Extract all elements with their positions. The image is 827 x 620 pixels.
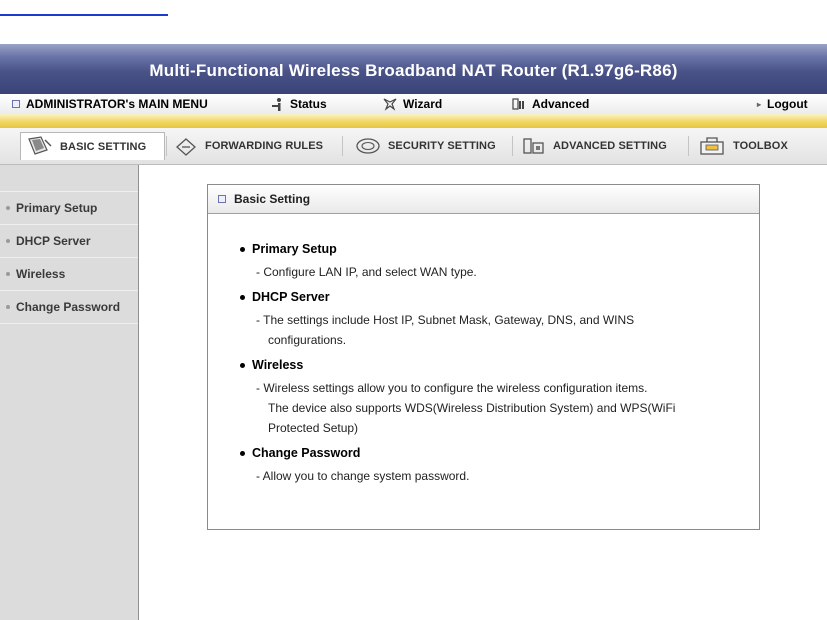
status-menu-item[interactable]: Status	[270, 97, 327, 111]
section-line: The device also supports WDS(Wireless Di…	[268, 401, 676, 415]
status-label: Status	[290, 97, 327, 111]
sidebar-item-label: Change Password	[16, 300, 121, 314]
panel-square-icon	[218, 195, 226, 203]
sidebar-item-label: DHCP Server	[16, 234, 91, 248]
menu-square-icon	[12, 100, 20, 108]
admin-main-menu-label: ADMINISTRATOR's MAIN MENU	[12, 97, 208, 111]
sidebar-item-dhcp-server[interactable]: DHCP Server	[0, 225, 138, 258]
toolbox-icon	[700, 137, 724, 155]
sidebar: Primary Setup DHCP Server Wireless Chang…	[0, 165, 139, 620]
panel-header: Basic Setting	[208, 185, 759, 214]
section-title: Wireless	[252, 358, 304, 372]
advanced-label: Advanced	[532, 97, 590, 111]
tab-label: BASIC SETTING	[60, 140, 147, 153]
advanced-setting-icon	[523, 138, 544, 154]
section-line: - Wireless settings allow you to configu…	[256, 381, 648, 395]
tab-forwarding-rules[interactable]: FORWARDING RULES	[168, 132, 341, 160]
section-dhcp-server: DHCP Server - The settings include Host …	[240, 290, 759, 350]
tab-advanced-setting[interactable]: ADVANCED SETTING	[516, 132, 686, 160]
tab-separator	[512, 136, 513, 156]
bullet-icon	[240, 294, 245, 300]
tab-separator	[166, 136, 167, 156]
basic-setting-icon	[28, 135, 52, 155]
section-line: - Allow you to change system password.	[256, 469, 470, 483]
section-title: DHCP Server	[252, 290, 330, 304]
logout-arrow-icon: ▸	[757, 99, 762, 109]
sidebar-item-primary-setup[interactable]: Primary Setup	[0, 192, 138, 225]
tab-bar: BASIC SETTING FORWARDING RULES SECURITY …	[0, 128, 827, 165]
bullet-dot-icon	[6, 206, 10, 210]
sidebar-item-label: Wireless	[16, 267, 66, 281]
sidebar-item-change-password[interactable]: Change Password	[0, 291, 138, 324]
panel-body: Primary Setup - Configure LAN IP, and se…	[208, 214, 759, 486]
tab-separator	[688, 136, 689, 156]
sidebar-spacer	[0, 165, 138, 192]
forwarding-rules-icon	[176, 138, 196, 156]
section-title: Change Password	[252, 446, 361, 460]
main-menu-bar: ADMINISTRATOR's MAIN MENU Status Wizard …	[0, 94, 827, 115]
section-line: Protected Setup)	[268, 421, 359, 435]
bullet-icon	[240, 450, 245, 456]
section-line: - Configure LAN IP, and select WAN type.	[256, 265, 477, 279]
wizard-menu-item[interactable]: Wizard	[383, 97, 442, 111]
advanced-icon	[512, 98, 524, 110]
admin-main-menu-text: ADMINISTRATOR's MAIN MENU	[26, 97, 208, 111]
section-title: Primary Setup	[252, 242, 337, 256]
bullet-dot-icon	[6, 272, 10, 276]
tab-basic-setting[interactable]: BASIC SETTING	[20, 132, 165, 160]
bullet-dot-icon	[6, 305, 10, 309]
tab-toolbox[interactable]: TOOLBOX	[692, 132, 797, 160]
section-primary-setup: Primary Setup - Configure LAN IP, and se…	[240, 242, 759, 282]
security-setting-icon	[356, 138, 380, 154]
section-change-password: Change Password - Allow you to change sy…	[240, 446, 759, 486]
tab-label: TOOLBOX	[733, 140, 788, 152]
wizard-label: Wizard	[403, 97, 443, 111]
tab-label: FORWARDING RULES	[205, 140, 324, 152]
logout-menu-item[interactable]: ▸ Logout	[757, 97, 808, 111]
sidebar-item-wireless[interactable]: Wireless	[0, 258, 138, 291]
status-icon	[272, 98, 281, 111]
bullet-icon	[240, 362, 245, 368]
gold-divider-band	[0, 114, 827, 128]
top-link[interactable]	[0, 0, 168, 16]
tab-label: ADVANCED SETTING	[553, 140, 667, 152]
bullet-dot-icon	[6, 239, 10, 243]
logout-label: Logout	[767, 97, 808, 111]
sidebar-item-label: Primary Setup	[16, 201, 98, 215]
title-bar: Multi-Functional Wireless Broadband NAT …	[0, 44, 827, 94]
tab-security-setting[interactable]: SECURITY SETTING	[349, 132, 509, 160]
advanced-menu-item[interactable]: Advanced	[512, 97, 589, 111]
tab-separator	[342, 136, 343, 156]
panel-title: Basic Setting	[234, 192, 311, 206]
basic-setting-panel: Basic Setting Primary Setup - Configure …	[207, 184, 760, 530]
tab-label: SECURITY SETTING	[388, 140, 496, 152]
wizard-icon	[383, 98, 397, 111]
section-wireless: Wireless - Wireless settings allow you t…	[240, 358, 759, 438]
section-line: configurations.	[268, 333, 347, 347]
page-title: Multi-Functional Wireless Broadband NAT …	[149, 61, 678, 80]
section-line: - The settings include Host IP, Subnet M…	[256, 313, 635, 327]
bullet-icon	[240, 246, 245, 252]
